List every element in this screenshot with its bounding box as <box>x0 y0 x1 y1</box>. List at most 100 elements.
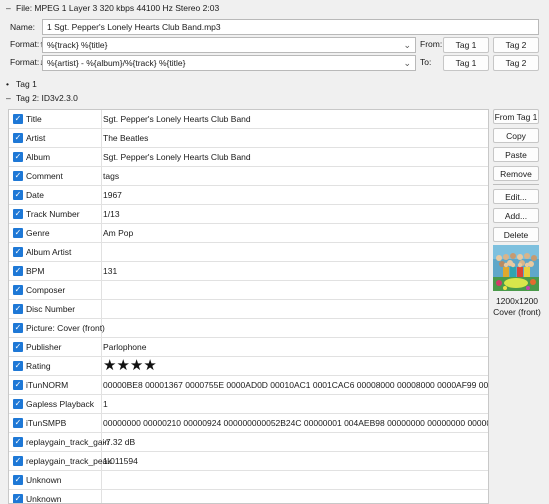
to-tag1-button[interactable]: Tag 1 <box>443 55 489 71</box>
frame-name-cell[interactable]: ✓ Unknown <box>9 471 102 489</box>
tag2-section[interactable]: – Tag 2: ID3v2.3.0 <box>6 91 78 105</box>
frame-row[interactable]: ✓ iTunNORM 00000BE8 00001367 0000755E 000… <box>9 376 488 395</box>
frame-value[interactable]: tags <box>103 167 119 185</box>
checkbox-checked-icon[interactable]: ✓ <box>13 133 23 143</box>
frame-name-cell[interactable]: ✓ iTunNORM <box>9 376 102 394</box>
checkbox-checked-icon[interactable]: ✓ <box>13 285 23 295</box>
frame-row[interactable]: ✓ Unknown <box>9 471 488 490</box>
checkbox-checked-icon[interactable]: ✓ <box>13 418 23 428</box>
frame-name-cell[interactable]: ✓ Unknown <box>9 490 102 503</box>
checkbox-checked-icon[interactable]: ✓ <box>13 399 23 409</box>
checkbox-checked-icon[interactable]: ✓ <box>13 247 23 257</box>
frame-name-cell[interactable]: ✓ Composer <box>9 281 102 299</box>
checkbox-checked-icon[interactable]: ✓ <box>13 380 23 390</box>
frame-row[interactable]: ✓ Publisher Parlophone <box>9 338 488 357</box>
frames-table[interactable]: ✓ Title Sgt. Pepper's Lonely Hearts Club B… <box>8 109 489 504</box>
frame-name-cell[interactable]: ✓ replaygain_track_peak <box>9 452 112 470</box>
tag1-section[interactable]: • Tag 1 <box>6 77 37 91</box>
frame-row[interactable]: ✓ BPM 131 <box>9 262 488 281</box>
filename-input[interactable]: 1 Sgt. Pepper's Lonely Hearts Club Band.… <box>42 19 539 35</box>
frame-value[interactable]: 00000BE8 00001367 0000755E 0000AD0D 0001… <box>103 376 488 394</box>
frame-name-cell[interactable]: ✓ replaygain_track_gain <box>9 433 109 451</box>
checkbox-checked-icon[interactable]: ✓ <box>13 456 23 466</box>
frame-name-cell[interactable]: ✓ Rating <box>9 357 102 375</box>
frame-name-cell[interactable]: ✓ BPM <box>9 262 102 280</box>
format-to-combo[interactable]: %{artist} - %{album}/%{track} %{title} ⌄ <box>42 55 416 71</box>
to-tag2-button[interactable]: Tag 2 <box>493 55 539 71</box>
checkbox-checked-icon[interactable]: ✓ <box>13 361 23 371</box>
frame-value[interactable]: Sgt. Pepper's Lonely Hearts Club Band <box>103 110 251 128</box>
from-tag2-button[interactable]: Tag 2 <box>493 37 539 53</box>
frame-row[interactable]: ✓ Picture: Cover (front) <box>9 319 488 338</box>
format-from-combo[interactable]: %{track} %{title} ⌄ <box>42 37 416 53</box>
remove-button[interactable]: Remove <box>493 166 539 181</box>
checkbox-checked-icon[interactable]: ✓ <box>13 323 23 333</box>
checkbox-checked-icon[interactable]: ✓ <box>13 266 23 276</box>
frame-name-cell[interactable]: ✓ Date <box>9 186 102 204</box>
frame-name-cell[interactable]: ✓ Gapless Playback <box>9 395 102 413</box>
checkbox-checked-icon[interactable]: ✓ <box>13 437 23 447</box>
frame-name-cell[interactable]: ✓ Picture: Cover (front) <box>9 319 105 337</box>
checkbox-checked-icon[interactable]: ✓ <box>13 209 23 219</box>
expand-icon[interactable]: • <box>6 77 16 91</box>
frame-value[interactable]: -7.32 dB <box>103 433 135 451</box>
frame-row[interactable]: ✓ Album Artist <box>9 243 488 262</box>
frame-row[interactable]: ✓ Disc Number <box>9 300 488 319</box>
frame-row[interactable]: ✓ Album Sgt. Pepper's Lonely Hearts Club B… <box>9 148 488 167</box>
frame-name-cell[interactable]: ✓ Album Artist <box>9 243 102 261</box>
frame-name-cell[interactable]: ✓ Comment <box>9 167 102 185</box>
frame-row[interactable]: ✓ Rating ★★★★ <box>9 357 488 376</box>
from-tag1-copy-button[interactable]: From Tag 1 <box>493 109 539 124</box>
frame-name-cell[interactable]: ✓ Artist <box>9 129 102 147</box>
frame-value[interactable]: 1967 <box>103 186 122 204</box>
rating-stars[interactable]: ★★★★ <box>103 357 157 375</box>
frame-value[interactable]: Am Pop <box>103 224 133 242</box>
frame-row[interactable]: ✓ Comment tags <box>9 167 488 186</box>
frame-row[interactable]: ✓ Gapless Playback 1 <box>9 395 488 414</box>
frame-row[interactable]: ✓ iTunSMPB 00000000 00000210 00000924 000… <box>9 414 488 433</box>
chevron-down-icon[interactable]: ⌄ <box>403 38 411 52</box>
frame-row[interactable]: ✓ Date 1967 <box>9 186 488 205</box>
checkbox-checked-icon[interactable]: ✓ <box>13 190 23 200</box>
frame-row[interactable]: ✓ Title Sgt. Pepper's Lonely Hearts Club B… <box>9 110 488 129</box>
frame-row[interactable]: ✓ Artist The Beatles <box>9 129 488 148</box>
frame-value[interactable]: 131 <box>103 262 117 280</box>
file-info-line[interactable]: – File: MPEG 1 Layer 3 320 kbps 44100 Hz … <box>6 1 219 15</box>
checkbox-checked-icon[interactable]: ✓ <box>13 494 23 503</box>
checkbox-checked-icon[interactable]: ✓ <box>13 152 23 162</box>
frame-name-cell[interactable]: ✓ Track Number <box>9 205 102 223</box>
collapse-icon[interactable]: – <box>6 1 16 15</box>
checkbox-checked-icon[interactable]: ✓ <box>13 171 23 181</box>
frame-row[interactable]: ✓ Track Number 1/13 <box>9 205 488 224</box>
frame-name-cell[interactable]: ✓ Publisher <box>9 338 102 356</box>
checkbox-checked-icon[interactable]: ✓ <box>13 475 23 485</box>
add-button[interactable]: Add... <box>493 208 539 223</box>
frame-value[interactable]: 1.011594 <box>103 452 138 470</box>
from-tag1-button[interactable]: Tag 1 <box>443 37 489 53</box>
checkbox-checked-icon[interactable]: ✓ <box>13 114 23 124</box>
frame-name-cell[interactable]: ✓ Album <box>9 148 102 166</box>
frame-value[interactable]: The Beatles <box>103 129 148 147</box>
frame-name-cell[interactable]: ✓ Genre <box>9 224 102 242</box>
frame-row[interactable]: ✓ replaygain_track_peak 1.011594 <box>9 452 488 471</box>
checkbox-checked-icon[interactable]: ✓ <box>13 342 23 352</box>
checkbox-checked-icon[interactable]: ✓ <box>13 304 23 314</box>
frame-name-cell[interactable]: ✓ Title <box>9 110 102 128</box>
frame-row[interactable]: ✓ Unknown <box>9 490 488 503</box>
frame-value[interactable]: Parlophone <box>103 338 146 356</box>
frame-value[interactable]: 00000000 00000210 00000924 000000000052B… <box>103 414 488 432</box>
frame-row[interactable]: ✓ replaygain_track_gain -7.32 dB <box>9 433 488 452</box>
frame-row[interactable]: ✓ Composer <box>9 281 488 300</box>
checkbox-checked-icon[interactable]: ✓ <box>13 228 23 238</box>
frame-name-cell[interactable]: ✓ iTunSMPB <box>9 414 102 432</box>
paste-button[interactable]: Paste <box>493 147 539 162</box>
frame-value[interactable]: 1/13 <box>103 205 120 223</box>
frame-value[interactable]: 1 <box>103 395 108 413</box>
frame-name-cell[interactable]: ✓ Disc Number <box>9 300 102 318</box>
collapse-icon[interactable]: – <box>6 91 16 105</box>
chevron-down-icon[interactable]: ⌄ <box>403 56 411 70</box>
frame-value[interactable]: Sgt. Pepper's Lonely Hearts Club Band <box>103 148 251 166</box>
cover-art-thumbnail[interactable] <box>493 245 539 291</box>
delete-button[interactable]: Delete <box>493 227 539 242</box>
edit-button[interactable]: Edit... <box>493 189 539 204</box>
